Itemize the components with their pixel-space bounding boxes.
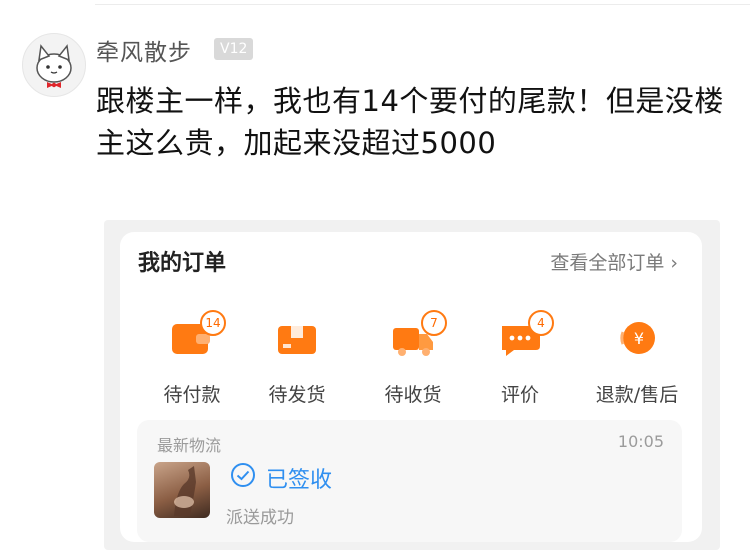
top-divider: [95, 4, 750, 5]
chevron-right-icon: ›: [670, 252, 678, 274]
product-image: [174, 466, 196, 516]
order-review[interactable]: 4 评价: [465, 310, 575, 408]
order-label: 评价: [500, 384, 539, 406]
order-label: 待发货: [268, 384, 326, 406]
delivery-detail: 派送成功: [226, 508, 294, 528]
view-all-label: 查看全部订单: [550, 252, 665, 274]
badge-count: 7: [421, 310, 447, 336]
package-icon: [275, 318, 319, 358]
refund-icon: ¥: [615, 318, 659, 358]
chat-icon: 4: [498, 310, 554, 358]
product-thumbnail[interactable]: [154, 462, 210, 518]
order-pending-payment[interactable]: 14 待付款: [137, 310, 247, 408]
avatar[interactable]: [22, 33, 86, 97]
order-pending-receipt[interactable]: 7 待收货: [358, 310, 468, 408]
check-circle-icon: [230, 462, 256, 492]
order-refund[interactable]: ¥ 退款/售后: [582, 318, 692, 408]
logistics-time: 10:05: [617, 432, 664, 451]
order-pending-shipment[interactable]: 待发货: [242, 318, 352, 408]
order-label: 待收货: [384, 384, 442, 406]
cat-avatar-icon: [36, 44, 72, 88]
comment-text: 跟楼主一样，我也有14个要付的尾款！但是没楼主这么贵，加起来没超过5000: [96, 84, 724, 160]
delivery-status: 已签收: [266, 468, 333, 493]
view-all-orders-link[interactable]: 查看全部订单 ›: [550, 248, 678, 275]
logistics-header: 最新物流: [157, 436, 222, 455]
badge-count: 14: [200, 310, 226, 336]
svg-text:¥: ¥: [634, 329, 644, 348]
badge-count: 4: [528, 310, 554, 336]
orders-title: 我的订单: [138, 251, 227, 276]
username[interactable]: 牵风散步: [96, 33, 192, 67]
level-badge: V12: [214, 38, 254, 60]
wallet-icon: 14: [170, 310, 226, 358]
truck-icon: 7: [391, 310, 447, 358]
order-label: 待付款: [163, 384, 221, 406]
order-label: 退款/售后: [595, 384, 679, 406]
